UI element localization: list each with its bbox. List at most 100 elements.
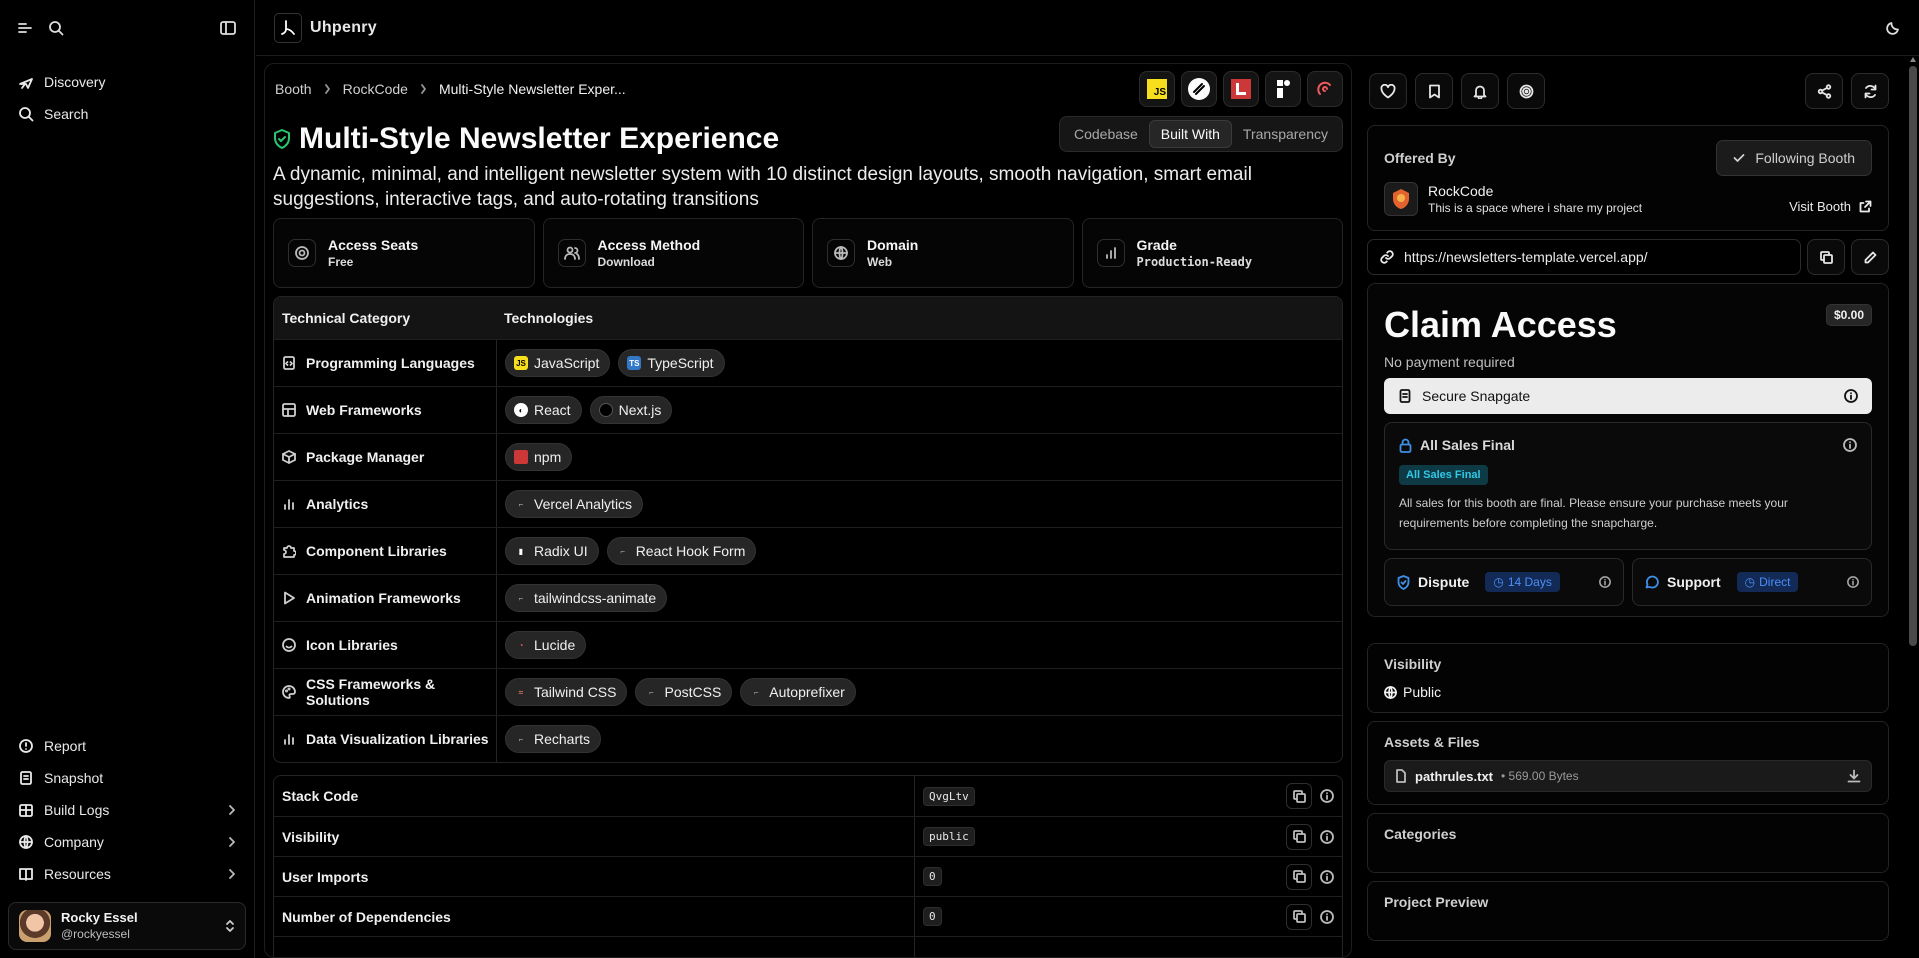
tab-codebase[interactable]: Codebase (1063, 120, 1149, 148)
sidebar-item-resources[interactable]: Resources (10, 858, 244, 890)
sidebar-item-search[interactable]: Search (10, 98, 244, 130)
tech-chip[interactable]: ◔ Lucide (505, 631, 587, 659)
info-icon[interactable] (1847, 576, 1859, 588)
tech-chip[interactable]: JS JavaScript (505, 349, 611, 377)
following-booth-button[interactable]: Following Booth (1716, 140, 1872, 176)
card-value: Download (597, 255, 655, 269)
tech-chip[interactable]: ⌐ Vercel Analytics (505, 490, 644, 518)
globe-icon (827, 239, 855, 267)
tech-chip[interactable]: ⌐ tailwindcss-animate (505, 584, 668, 612)
info-icon[interactable] (1844, 389, 1858, 403)
pencil-icon[interactable] (1851, 239, 1889, 275)
card-label: Grade (1136, 237, 1177, 253)
tech-chip[interactable]: ≈ Tailwind CSS (505, 678, 628, 706)
user-menu[interactable]: Rocky Essel @rockyessel (8, 902, 246, 950)
copy-icon[interactable] (1286, 863, 1312, 890)
link-label: Visit Booth (1789, 198, 1851, 214)
sidebar-toggle-icon[interactable] (220, 21, 236, 35)
menu-icon[interactable] (18, 22, 32, 34)
category-label: Icon Libraries (306, 637, 398, 653)
chip-label: tailwindcss-animate (534, 590, 657, 606)
table-row: Number of Dependencies 0 (274, 896, 1342, 936)
tech-chip[interactable]: ⌐ React Hook Form (606, 537, 757, 565)
info-icon[interactable] (1599, 576, 1611, 588)
bookmark-icon[interactable] (1415, 73, 1453, 109)
clock-icon: ◷ (1493, 575, 1504, 589)
search-icon (18, 106, 34, 122)
radix-icon[interactable] (1265, 71, 1301, 107)
app-logo[interactable]: Uhpenry (274, 12, 377, 43)
theme-toggle-icon[interactable] (1885, 20, 1901, 36)
sidebar-item-build-logs[interactable]: Build Logs (10, 794, 244, 826)
npm-icon[interactable] (1223, 71, 1259, 107)
info-icon[interactable] (1320, 789, 1334, 803)
tech-chip[interactable]: ▮ Radix UI (505, 537, 599, 565)
user-handle: @rockyessel (61, 927, 130, 941)
table-row: User Imports 0 (274, 856, 1342, 896)
tech-chip[interactable]: ◐ React (505, 396, 582, 424)
info-cards: Access Seats Free Access Method Download D… (273, 218, 1343, 288)
tech-chip[interactable]: TS TypeScript (618, 349, 725, 377)
target-icon[interactable] (1507, 73, 1545, 109)
assets-section: Assets & Files pathrules.txt • 569.00 By… (1367, 721, 1889, 805)
tab-transparency[interactable]: Transparency (1232, 120, 1339, 148)
copy-icon[interactable] (1807, 239, 1845, 275)
table-row: Component Libraries ▮ Radix UI ⌐ React Hoo… (274, 527, 1342, 574)
scrollbar[interactable] (1909, 66, 1917, 646)
search-icon[interactable] (48, 20, 64, 36)
refresh-icon[interactable] (1851, 73, 1889, 109)
visit-booth-link[interactable]: Visit Booth (1789, 199, 1872, 214)
tech-logo-icon: ⌐ (753, 687, 759, 697)
tech-chip[interactable]: ⌐ Recharts (505, 725, 602, 753)
bar-chart-icon (282, 732, 296, 746)
table-header: Technical Category Technologies (274, 297, 1342, 339)
button-label: Following Booth (1755, 150, 1855, 166)
tech-chip[interactable]: Next.js (589, 396, 673, 424)
file-item[interactable]: pathrules.txt • 569.00 Bytes (1384, 760, 1872, 792)
info-icon[interactable] (1320, 829, 1334, 844)
tab-built-with[interactable]: Built With (1148, 120, 1232, 148)
tech-chip[interactable]: ⌐ PostCSS (635, 678, 733, 706)
sidebar-item-snapshot[interactable]: Snapshot (10, 762, 244, 794)
clock-icon: ◷ (1744, 575, 1756, 589)
copy-icon[interactable] (1286, 903, 1312, 930)
react-icon[interactable] (1181, 71, 1217, 107)
copy-icon[interactable] (1286, 823, 1312, 850)
sidebar-item-report[interactable]: Report (10, 730, 244, 762)
section-title: Visibility (1384, 656, 1442, 672)
sidebar-item-discovery[interactable]: Discovery (10, 66, 244, 98)
chevron-right-icon (420, 84, 427, 94)
table-row: Package Manager npm (274, 433, 1342, 480)
scroll-up-arrow[interactable] (1910, 57, 1916, 62)
javascript-icon[interactable]: JS (1139, 71, 1175, 107)
info-icon[interactable] (1843, 438, 1857, 452)
project-description: A dynamic, minimal, and intelligent news… (273, 164, 1252, 210)
org-name[interactable]: RockCode (1428, 183, 1642, 199)
sidebar-item-label: Resources (44, 866, 111, 882)
download-icon[interactable] (1847, 769, 1861, 783)
final-text: All sales for this booth are final. Plea… (1399, 496, 1788, 530)
info-icon[interactable] (1320, 869, 1334, 884)
org-logo (1384, 182, 1418, 216)
all-sales-final-box: All Sales Final All Sales Final All sale… (1384, 422, 1872, 550)
tech-chip[interactable]: ⌐ Autoprefixer (740, 678, 856, 706)
stat-value: QvgLtv (923, 786, 975, 806)
tech-chip[interactable]: npm (505, 443, 573, 471)
copy-icon[interactable] (1286, 783, 1312, 809)
org-description: This is a space where i share my project (1428, 201, 1643, 215)
lucide-icon[interactable] (1307, 71, 1343, 107)
share-icon[interactable] (1805, 73, 1843, 109)
breadcrumb-booth[interactable]: Booth (275, 81, 312, 97)
chip-label: React (534, 402, 571, 418)
heart-icon[interactable] (1369, 73, 1407, 109)
chevron-right-icon (228, 868, 236, 880)
chip-label: Radix UI (534, 543, 588, 559)
card-access-seats: Access Seats Free (273, 218, 535, 288)
bell-icon[interactable] (1461, 73, 1499, 109)
support-badge: ◷ Direct (1736, 572, 1799, 592)
project-url-field[interactable]: https://newsletters-template.vercel.app/ (1367, 239, 1801, 275)
sidebar-item-company[interactable]: Company (10, 826, 244, 858)
breadcrumb-rockcode[interactable]: RockCode (343, 81, 408, 97)
secure-snapgate-button[interactable]: Secure Snapgate (1384, 378, 1872, 414)
info-icon[interactable] (1320, 909, 1334, 924)
